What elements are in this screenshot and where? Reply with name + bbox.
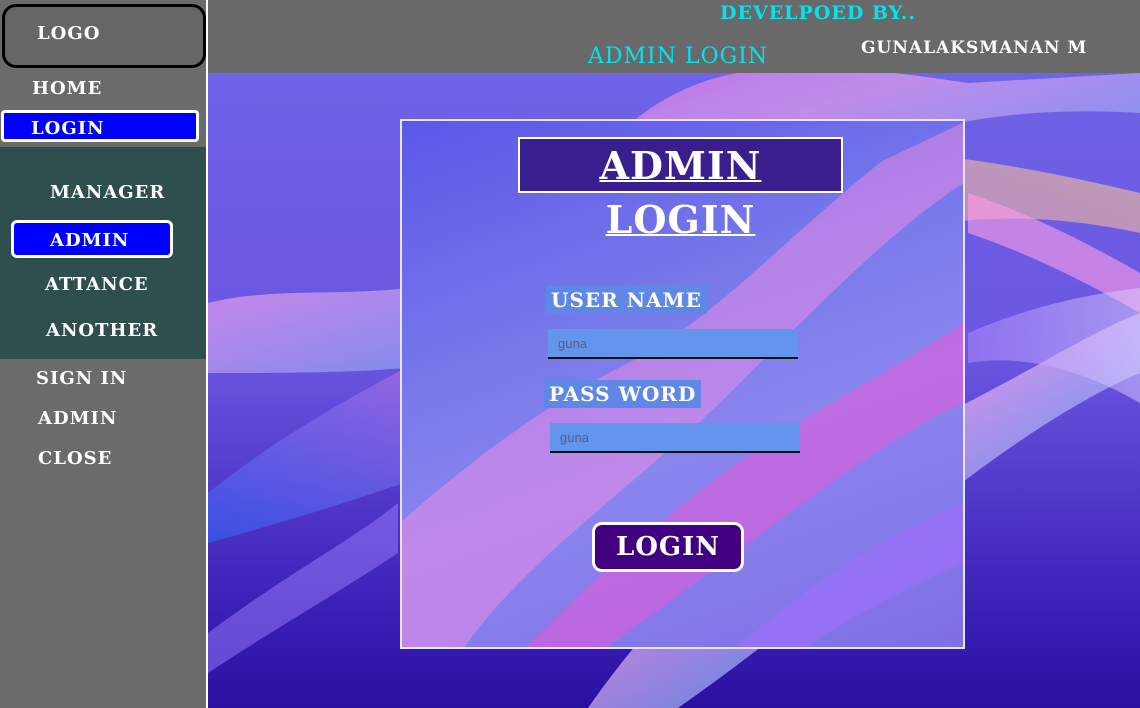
username-input[interactable] xyxy=(548,329,798,359)
password-input[interactable] xyxy=(550,423,800,453)
password-label: PASS WORD xyxy=(544,380,702,408)
nav-sign-in[interactable]: SIGN IN xyxy=(36,368,127,389)
login-button[interactable]: LOGIN xyxy=(592,522,744,572)
nav-login-label: LOGIN xyxy=(31,118,105,139)
submenu-manager[interactable]: MANAGER xyxy=(50,182,165,203)
login-card-title: ADMIN LOGIN xyxy=(518,137,843,242)
submenu-admin[interactable]: ADMIN xyxy=(11,220,173,258)
login-submenu: MANAGER ADMIN ATTANCE ANOTHER xyxy=(0,147,206,359)
logo: LOGO xyxy=(2,4,206,68)
sidebar: LOGO HOME LOGIN MANAGER ADMIN ATTANCE AN… xyxy=(0,0,208,708)
nav-close[interactable]: CLOSE xyxy=(38,448,112,469)
nav-login[interactable]: LOGIN xyxy=(1,110,199,142)
developed-by-label: DEVELPOED BY.. xyxy=(720,2,917,24)
username-label: USER NAME xyxy=(546,286,707,314)
submenu-another[interactable]: ANOTHER xyxy=(46,320,158,341)
developer-name: GUNALAKSMANAN M xyxy=(861,38,1088,58)
page-title: ADMIN LOGIN xyxy=(588,44,769,69)
logo-text: LOGO xyxy=(37,23,101,44)
submenu-attance[interactable]: ATTANCE xyxy=(45,274,149,295)
header-bar: DEVELPOED BY.. ADMIN LOGIN GUNALAKSMANAN… xyxy=(208,0,1140,73)
login-card: ADMIN LOGIN USER NAME PASS WORD LOGIN xyxy=(400,119,965,649)
nav-home[interactable]: HOME xyxy=(32,78,102,99)
submenu-admin-label: ADMIN xyxy=(50,230,130,251)
nav-admin[interactable]: ADMIN xyxy=(38,408,117,429)
